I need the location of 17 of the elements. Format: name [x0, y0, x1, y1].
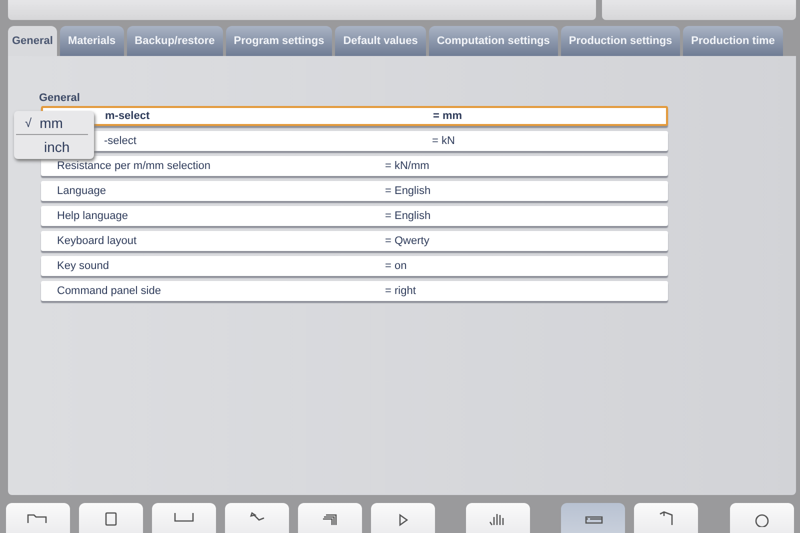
setting-value: = English	[385, 210, 432, 222]
setting-label: Key sound	[56, 260, 110, 272]
setting-value: = on	[385, 260, 408, 272]
setting-label: Command panel side	[56, 284, 162, 297]
setting-value: = right	[385, 284, 417, 297]
setting-label: Resistance per m/mm selection	[56, 160, 212, 172]
setting-label: Language	[56, 184, 107, 197]
section-heading: General	[39, 92, 81, 104]
setting-label: m-select	[104, 110, 151, 122]
setting-label: Keyboard layout	[56, 234, 138, 247]
setting-label: Help language	[56, 210, 129, 222]
setting-value: = Qwerty	[385, 234, 430, 247]
setting-value: = English	[385, 184, 432, 197]
check-mark: √	[25, 116, 32, 130]
setting-value: = kN	[432, 134, 456, 147]
setting-value: = kN/mm	[385, 160, 430, 172]
setting-value: = mm	[433, 110, 464, 122]
